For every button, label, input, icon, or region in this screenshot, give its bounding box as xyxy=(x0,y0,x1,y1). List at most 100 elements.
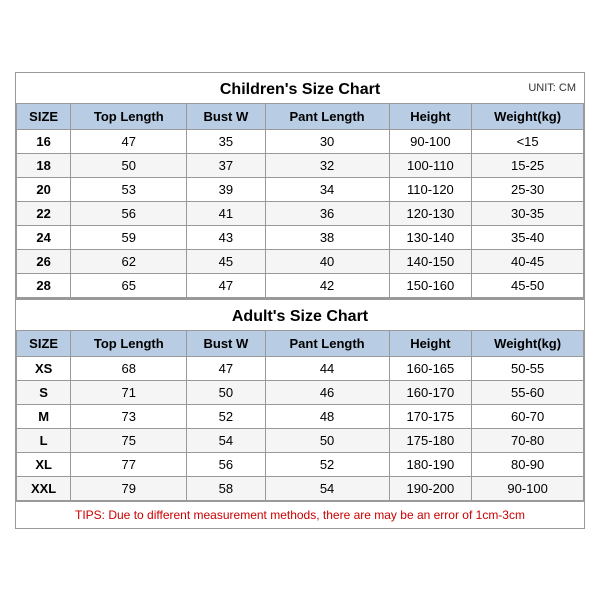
table-row: S715046160-17055-60 xyxy=(17,380,584,404)
table-cell: 75 xyxy=(71,428,187,452)
table-cell: 50 xyxy=(71,153,187,177)
table-cell: 130-140 xyxy=(389,225,472,249)
table-cell: 77 xyxy=(71,452,187,476)
adult-col-header-size: SIZE xyxy=(17,330,71,356)
table-cell: 120-130 xyxy=(389,201,472,225)
table-cell: 39 xyxy=(187,177,265,201)
table-cell: 58 xyxy=(187,476,265,500)
table-cell: 175-180 xyxy=(389,428,472,452)
table-cell: 30-35 xyxy=(472,201,584,225)
table-cell: 40-45 xyxy=(472,249,584,273)
table-cell: 100-110 xyxy=(389,153,472,177)
table-cell: 190-200 xyxy=(389,476,472,500)
table-cell: 37 xyxy=(187,153,265,177)
table-cell: 47 xyxy=(187,273,265,297)
table-cell: 68 xyxy=(71,356,187,380)
table-cell: 26 xyxy=(17,249,71,273)
table-cell: 44 xyxy=(265,356,389,380)
table-cell: 70-80 xyxy=(472,428,584,452)
table-row: 18503732100-11015-25 xyxy=(17,153,584,177)
table-cell: 79 xyxy=(71,476,187,500)
adult-title: Adult's Size Chart xyxy=(16,298,584,330)
table-cell: 90-100 xyxy=(472,476,584,500)
table-cell: 47 xyxy=(187,356,265,380)
table-cell: 50-55 xyxy=(472,356,584,380)
adult-col-header-height: Height xyxy=(389,330,472,356)
table-cell: 25-30 xyxy=(472,177,584,201)
table-cell: XS xyxy=(17,356,71,380)
table-cell: 52 xyxy=(265,452,389,476)
table-cell: 56 xyxy=(71,201,187,225)
table-cell: 160-165 xyxy=(389,356,472,380)
adult-col-header-bust-w: Bust W xyxy=(187,330,265,356)
table-cell: 35 xyxy=(187,129,265,153)
table-cell: 62 xyxy=(71,249,187,273)
table-cell: 40 xyxy=(265,249,389,273)
table-cell: 35-40 xyxy=(472,225,584,249)
col-header-top-length: Top Length xyxy=(71,103,187,129)
tips-text: TIPS: Due to different measurement metho… xyxy=(16,501,584,528)
table-cell: 45 xyxy=(187,249,265,273)
table-cell: 41 xyxy=(187,201,265,225)
unit-label: UNIT: CM xyxy=(528,82,576,94)
table-cell: 71 xyxy=(71,380,187,404)
table-cell: <15 xyxy=(472,129,584,153)
table-cell: 170-175 xyxy=(389,404,472,428)
table-cell: 52 xyxy=(187,404,265,428)
col-header-height: Height xyxy=(389,103,472,129)
table-row: L755450175-18070-80 xyxy=(17,428,584,452)
table-row: 1647353090-100<15 xyxy=(17,129,584,153)
adult-col-header-pant-length: Pant Length xyxy=(265,330,389,356)
children-header-row: SIZE Top Length Bust W Pant Length Heigh… xyxy=(17,103,584,129)
table-cell: 18 xyxy=(17,153,71,177)
table-row: 20533934110-12025-30 xyxy=(17,177,584,201)
table-cell: 54 xyxy=(265,476,389,500)
col-header-bust-w: Bust W xyxy=(187,103,265,129)
table-cell: 65 xyxy=(71,273,187,297)
table-cell: 56 xyxy=(187,452,265,476)
table-row: 24594338130-14035-40 xyxy=(17,225,584,249)
table-cell: 34 xyxy=(265,177,389,201)
table-cell: 16 xyxy=(17,129,71,153)
table-cell: 15-25 xyxy=(472,153,584,177)
table-cell: 48 xyxy=(265,404,389,428)
adult-col-header-top-length: Top Length xyxy=(71,330,187,356)
children-table: SIZE Top Length Bust W Pant Length Heigh… xyxy=(16,103,584,298)
table-row: 26624540140-15040-45 xyxy=(17,249,584,273)
table-cell: 45-50 xyxy=(472,273,584,297)
table-row: XXL795854190-20090-100 xyxy=(17,476,584,500)
table-cell: S xyxy=(17,380,71,404)
table-row: XS684744160-16550-55 xyxy=(17,356,584,380)
table-cell: 46 xyxy=(265,380,389,404)
adult-col-header-weight: Weight(kg) xyxy=(472,330,584,356)
children-title: Children's Size Chart UNIT: CM xyxy=(16,73,584,103)
table-cell: 110-120 xyxy=(389,177,472,201)
table-cell: 22 xyxy=(17,201,71,225)
table-cell: 73 xyxy=(71,404,187,428)
table-cell: 36 xyxy=(265,201,389,225)
size-chart-container: Children's Size Chart UNIT: CM SIZE Top … xyxy=(15,72,585,529)
adult-header-row: SIZE Top Length Bust W Pant Length Heigh… xyxy=(17,330,584,356)
table-row: M735248170-17560-70 xyxy=(17,404,584,428)
table-cell: 59 xyxy=(71,225,187,249)
table-cell: 53 xyxy=(71,177,187,201)
table-row: XL775652180-19080-90 xyxy=(17,452,584,476)
adult-table: SIZE Top Length Bust W Pant Length Heigh… xyxy=(16,330,584,501)
table-cell: XL xyxy=(17,452,71,476)
table-cell: L xyxy=(17,428,71,452)
table-cell: 90-100 xyxy=(389,129,472,153)
table-cell: 60-70 xyxy=(472,404,584,428)
table-row: 22564136120-13030-35 xyxy=(17,201,584,225)
table-cell: 30 xyxy=(265,129,389,153)
table-cell: 80-90 xyxy=(472,452,584,476)
table-cell: 47 xyxy=(71,129,187,153)
table-row: 28654742150-16045-50 xyxy=(17,273,584,297)
table-cell: 50 xyxy=(187,380,265,404)
table-cell: 32 xyxy=(265,153,389,177)
table-cell: 42 xyxy=(265,273,389,297)
table-cell: 38 xyxy=(265,225,389,249)
col-header-size: SIZE xyxy=(17,103,71,129)
table-cell: 50 xyxy=(265,428,389,452)
table-cell: 20 xyxy=(17,177,71,201)
table-cell: M xyxy=(17,404,71,428)
